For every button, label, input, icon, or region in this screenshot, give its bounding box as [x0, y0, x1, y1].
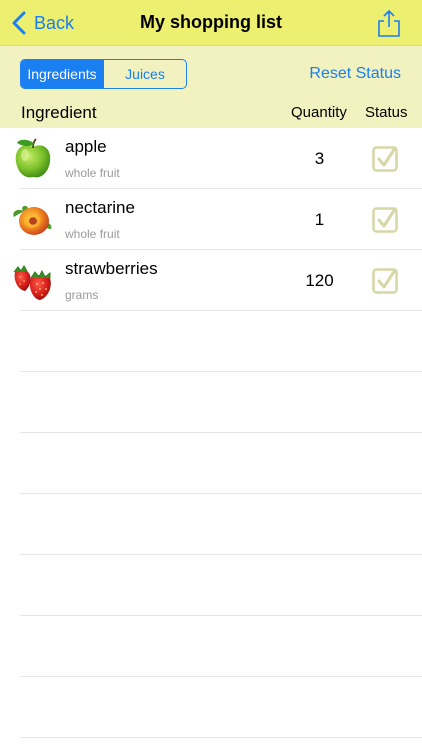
- checkbox-checked-icon[interactable]: [372, 267, 399, 294]
- empty-row: [20, 555, 422, 616]
- empty-row: [20, 433, 422, 494]
- page-title: My shopping list: [140, 12, 282, 32]
- column-header-ingredient: Ingredient: [21, 103, 97, 122]
- empty-row: [20, 372, 422, 433]
- item-quantity: 3: [314, 149, 325, 168]
- segmented-control: Ingredients Juices: [20, 59, 187, 89]
- item-name: nectarine: [65, 198, 135, 217]
- navigation-bar: Back My shopping list: [0, 0, 422, 46]
- checkbox-checked-icon[interactable]: [372, 145, 399, 172]
- item-unit: whole fruit: [65, 166, 120, 180]
- column-header-quantity: Quantity: [291, 104, 347, 121]
- strawberry-icon: [13, 265, 51, 300]
- item-quantity: 120: [305, 271, 334, 290]
- reset-status-button[interactable]: Reset Status: [309, 65, 401, 83]
- segment-juices[interactable]: Juices: [103, 60, 186, 88]
- column-header-status: Status: [365, 104, 408, 121]
- list-item[interactable]: nectarine whole fruit 1: [13, 189, 422, 250]
- share-icon[interactable]: [378, 9, 400, 37]
- empty-row: [20, 494, 422, 555]
- apple-icon: [15, 138, 51, 178]
- item-quantity: 1: [314, 210, 325, 229]
- nectarine-icon: [13, 205, 52, 235]
- list-header: Ingredients Juices Reset Status Ingredie…: [0, 46, 422, 128]
- empty-row: [20, 677, 422, 738]
- item-name: apple: [65, 137, 107, 156]
- empty-row: [20, 616, 422, 677]
- item-name: strawberries: [65, 259, 158, 278]
- checkbox-checked-icon[interactable]: [372, 206, 399, 233]
- list-item[interactable]: apple whole fruit 3: [15, 128, 422, 189]
- segment-ingredients[interactable]: Ingredients: [21, 60, 103, 88]
- item-unit: whole fruit: [65, 227, 120, 241]
- ingredient-list: apple whole fruit 3 nectarine whole frui…: [0, 128, 422, 738]
- item-unit: grams: [65, 288, 99, 302]
- list-item[interactable]: strawberries grams 120: [13, 250, 422, 311]
- empty-row: [20, 311, 422, 372]
